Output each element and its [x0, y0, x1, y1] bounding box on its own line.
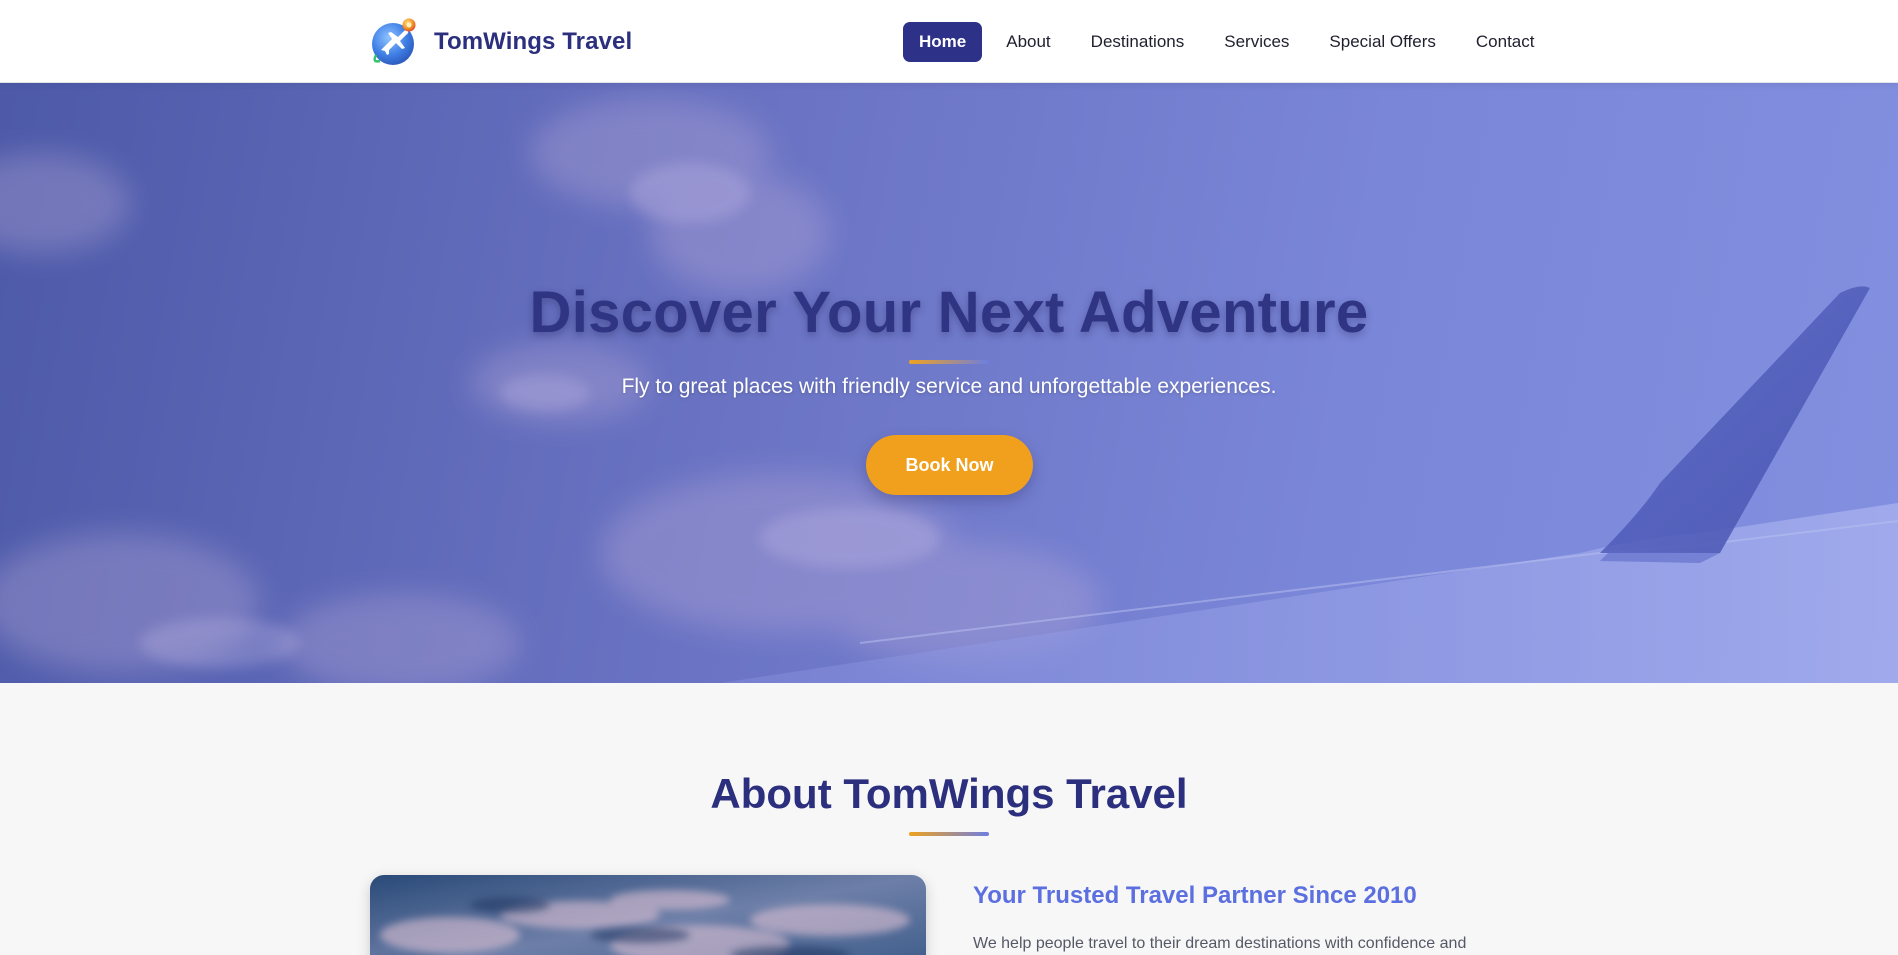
about-title-underline	[909, 832, 989, 836]
about-text: We help people travel to their dream des…	[973, 935, 1467, 952]
hero-title-underline	[909, 360, 989, 364]
nav-item-about[interactable]: About	[990, 22, 1066, 62]
main-nav: Home About Destinations Services Special…	[903, 22, 1550, 62]
about-heading: Your Trusted Travel Partner Since 2010	[973, 882, 1417, 909]
brand-name: TomWings Travel	[434, 28, 633, 55]
globe-airplane-icon	[372, 18, 416, 65]
hero-subtitle: Fly to great places with friendly servic…	[621, 375, 1277, 398]
nav-item-services[interactable]: Services	[1208, 22, 1305, 62]
hero-title: Discover Your Next Adventure	[529, 280, 1369, 345]
nav-item-special-offers[interactable]: Special Offers	[1313, 22, 1451, 62]
about-image	[370, 875, 926, 955]
site-header: TomWings Travel Home About Destinations …	[0, 0, 1898, 83]
clouds-image	[370, 875, 926, 955]
brand[interactable]: TomWings Travel	[368, 16, 632, 68]
nav-item-home[interactable]: Home	[903, 22, 983, 62]
about-title: About TomWings Travel	[710, 770, 1188, 817]
nav-item-contact[interactable]: Contact	[1460, 22, 1551, 62]
nav-item-destinations[interactable]: Destinations	[1075, 22, 1201, 62]
book-now-button[interactable]: Book Now	[866, 435, 1033, 495]
hero-section: Discover Your Next Adventure Fly to grea…	[0, 83, 1898, 683]
